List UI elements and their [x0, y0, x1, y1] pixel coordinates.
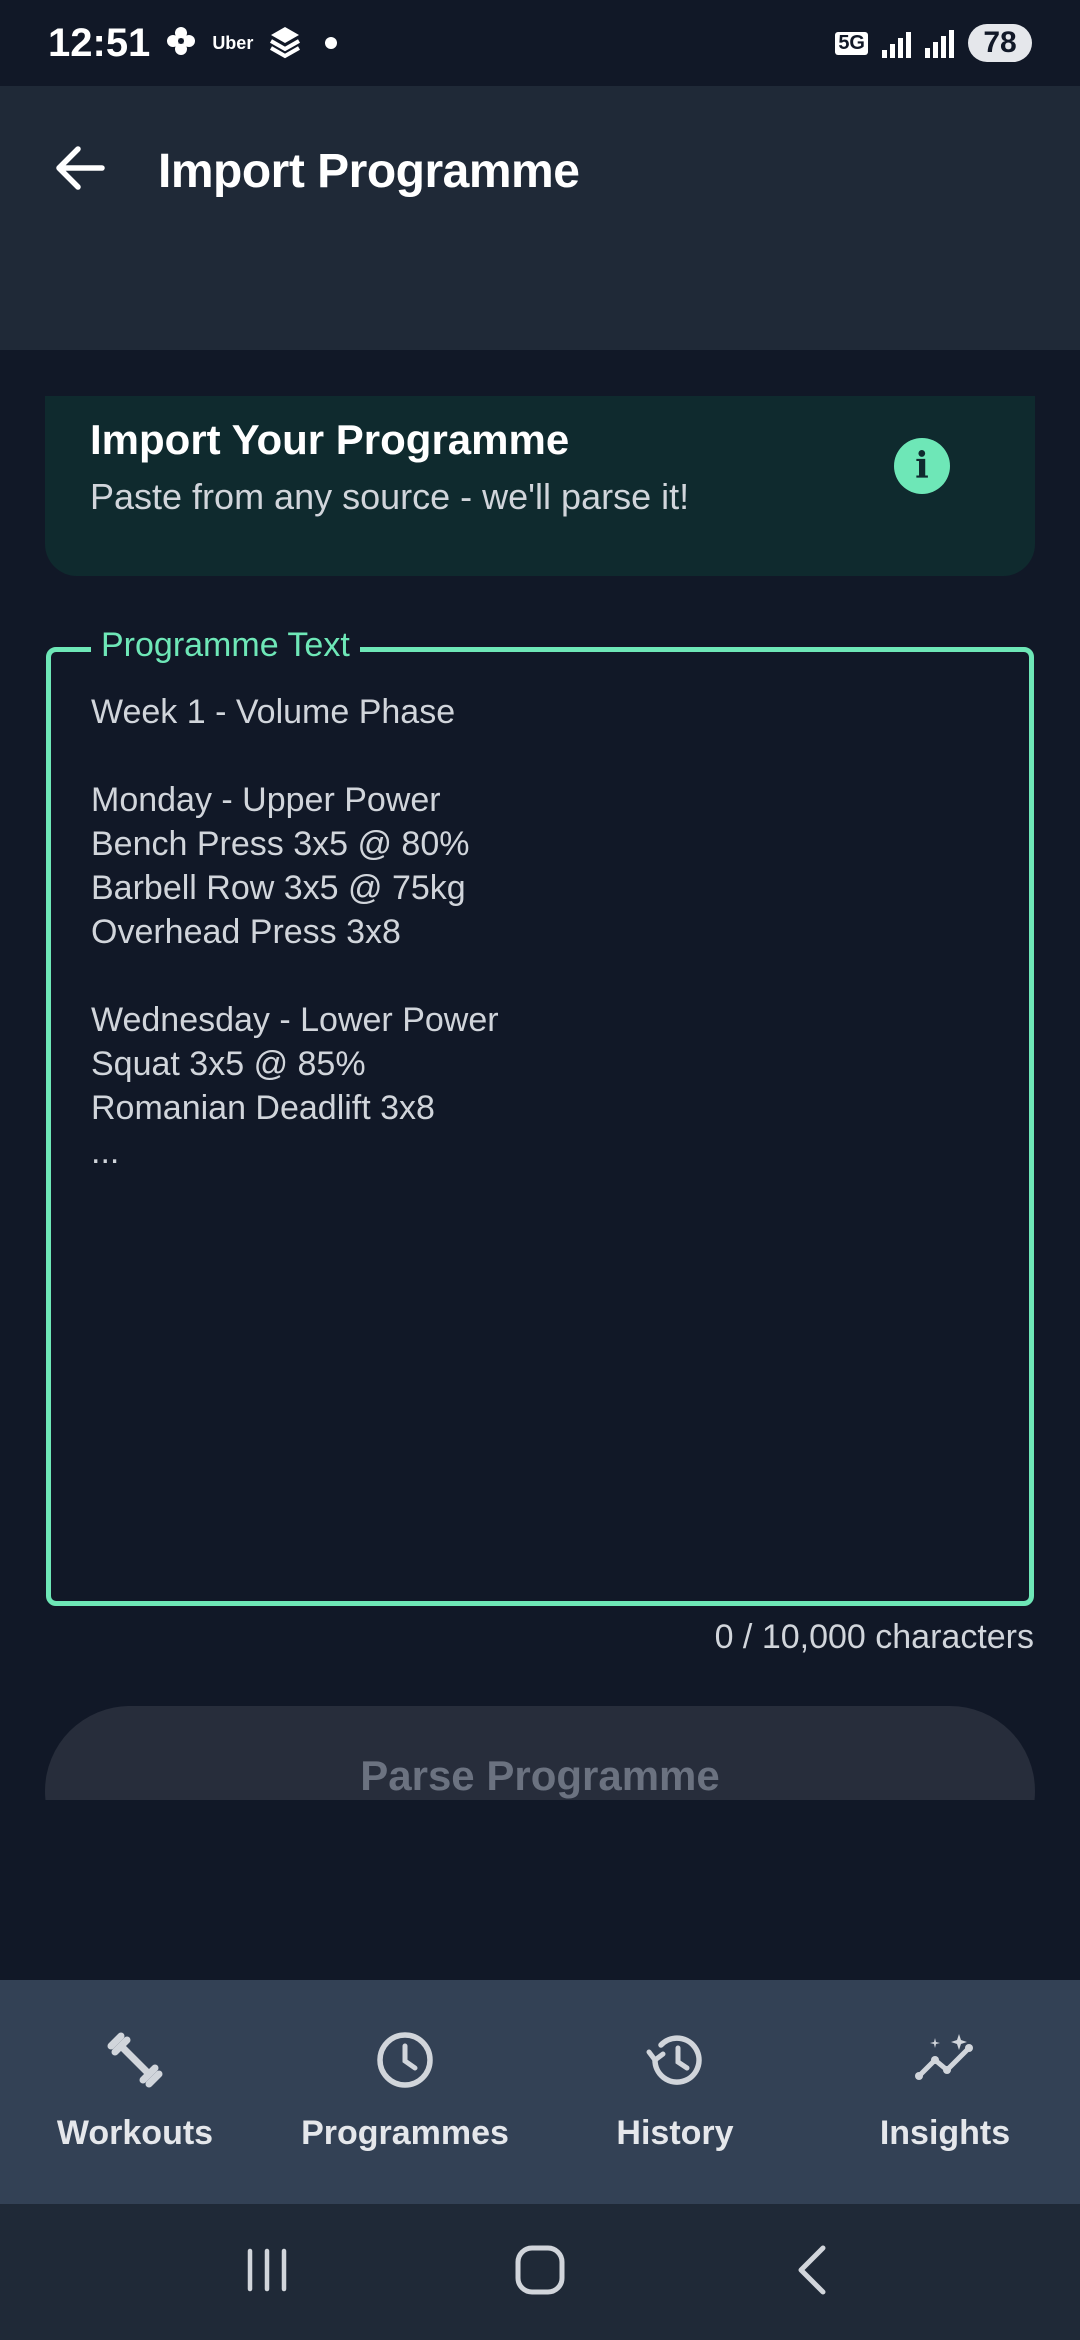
recents-button[interactable] [227, 2237, 307, 2307]
parse-programme-label: Parse Programme [360, 1752, 720, 1799]
programme-text-label: Programme Text [91, 626, 360, 665]
nav-item-insights[interactable]: Insights [810, 1980, 1080, 2204]
home-icon [514, 2244, 566, 2301]
history-icon [643, 2028, 707, 2092]
status-time: 12:51 [48, 20, 151, 65]
nav-label-programmes: Programmes [301, 2114, 509, 2152]
notification-dot-icon [325, 37, 338, 49]
clock-icon [373, 2028, 437, 2092]
signal-icon [882, 28, 911, 58]
status-right: 5G 78 [835, 24, 1032, 62]
nav-label-history: History [616, 2114, 734, 2152]
network-type: 5G [835, 31, 868, 55]
recents-icon [242, 2247, 292, 2298]
back-button[interactable] [50, 140, 110, 200]
battery-indicator: 78 [968, 24, 1032, 62]
signal-roaming-icon [925, 28, 954, 58]
nav-item-history[interactable]: History [540, 1980, 810, 2204]
insights-icon [913, 2028, 977, 2092]
nav-label-insights: Insights [879, 2114, 1011, 2152]
home-button[interactable] [500, 2237, 580, 2307]
back-chevron-icon [793, 2244, 833, 2301]
layers-icon [267, 23, 303, 64]
arrow-back-icon [54, 145, 106, 196]
uber-app-icon: Uber [212, 32, 254, 53]
nav-label-workouts: Workouts [56, 2114, 214, 2152]
system-navigation [0, 2204, 1080, 2340]
dumbbell-icon [103, 2028, 167, 2092]
info-card: Import Your Programme Paste from any sou… [45, 396, 1035, 576]
system-back-button[interactable] [773, 2237, 853, 2307]
info-icon[interactable]: i [894, 438, 950, 494]
bottom-navigation: Workouts Programmes History Insights [0, 1980, 1080, 2204]
parse-button-clip: Parse Programme [45, 1706, 1035, 1800]
status-bar: 12:51 Uber 5G 78 [0, 0, 1080, 86]
status-left: 12:51 Uber [48, 20, 338, 66]
info-card-title: Import Your Programme [90, 416, 570, 463]
info-card-subtitle: Paste from any source - we'll parse it! [90, 476, 690, 517]
nav-item-workouts[interactable]: Workouts [0, 1980, 270, 2204]
pinwheel-icon [164, 24, 198, 63]
parse-programme-button[interactable]: Parse Programme [45, 1706, 1035, 1800]
programme-text-field[interactable]: Programme Text Week 1 - Volume Phase Mon… [46, 626, 1034, 1606]
character-count: 0 / 10,000 characters [714, 1618, 1034, 1656]
programme-text-placeholder: Week 1 - Volume Phase Monday - Upper Pow… [91, 693, 499, 1171]
nav-item-programmes[interactable]: Programmes [270, 1980, 540, 2204]
page-title: Import Programme [158, 145, 580, 198]
app-bar: Import Programme [0, 86, 1080, 350]
